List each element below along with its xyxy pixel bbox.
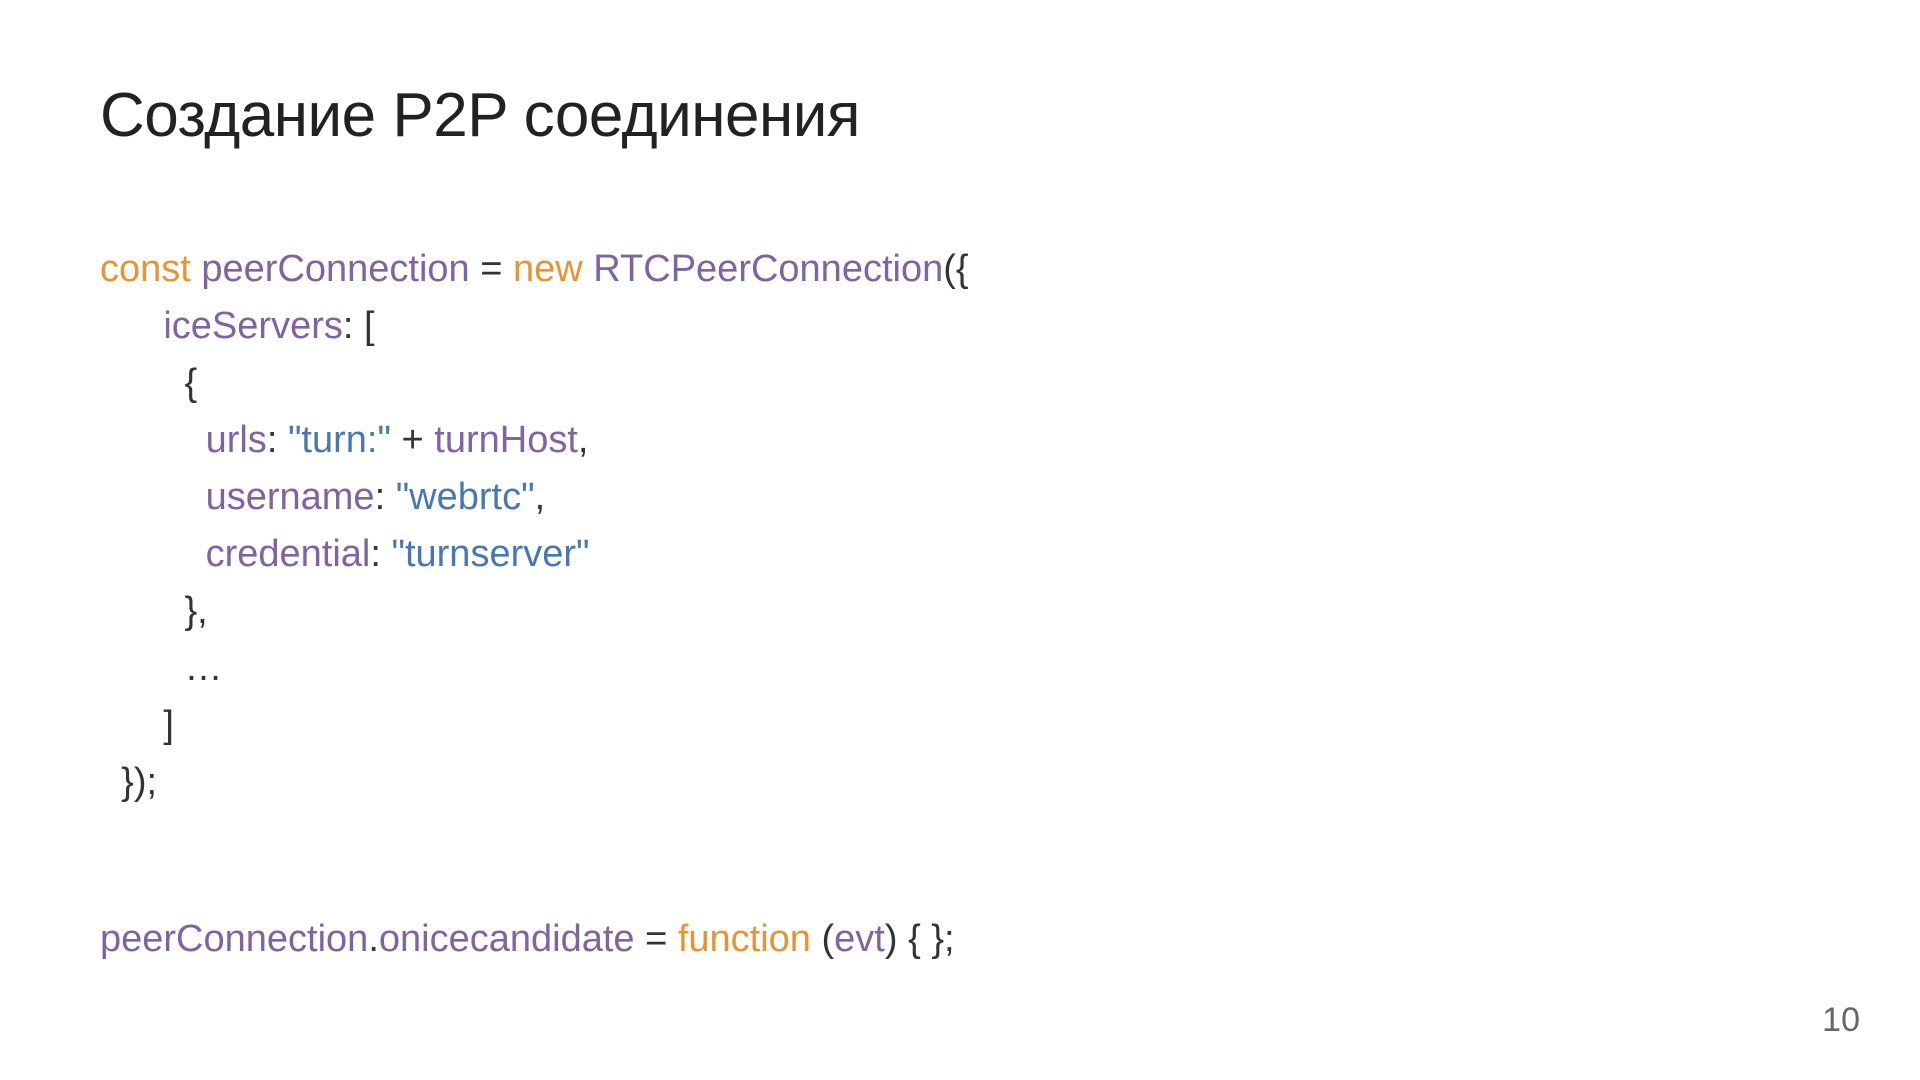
indent	[100, 305, 163, 347]
equals: =	[635, 918, 678, 960]
open-brace: {	[184, 362, 197, 404]
indent	[100, 647, 184, 689]
keyword-function: function	[678, 918, 811, 960]
colon: :	[375, 476, 396, 518]
space	[191, 248, 202, 290]
colon: :	[370, 533, 391, 575]
prop-iceservers: iceServers	[163, 305, 343, 347]
comma: ,	[535, 476, 546, 518]
string-turnserver: "turnserver"	[391, 533, 589, 575]
string-webrtc: "webrtc"	[396, 476, 535, 518]
indent	[100, 476, 206, 518]
identifier-peerconnection: peerConnection	[100, 918, 368, 960]
comma: ,	[578, 419, 589, 461]
prop-onicecandidate: onicecandidate	[379, 918, 635, 960]
prop-credential: credential	[206, 533, 371, 575]
slide-container: Создание P2P соединения const peerConnec…	[0, 0, 1920, 1080]
slide-title: Создание P2P соединения	[100, 80, 1820, 151]
indent	[100, 761, 121, 803]
close-all: });	[121, 761, 157, 803]
open-paren-brace: ({	[943, 248, 968, 290]
prop-username: username	[206, 476, 375, 518]
equals: =	[470, 248, 513, 290]
identifier-rtcpeerconnection: RTCPeerConnection	[593, 248, 943, 290]
indent	[100, 704, 163, 746]
string-turn: "turn:"	[288, 419, 391, 461]
indent	[100, 590, 184, 632]
identifier-turnhost: turnHost	[434, 419, 578, 461]
colon: :	[267, 419, 288, 461]
indent	[100, 419, 206, 461]
space	[583, 248, 594, 290]
dot: .	[368, 918, 379, 960]
space	[811, 918, 822, 960]
keyword-new: new	[513, 248, 583, 290]
code-block-1: const peerConnection = new RTCPeerConnec…	[100, 241, 1820, 811]
keyword-const: const	[100, 248, 191, 290]
identifier-peerconnection: peerConnection	[201, 248, 469, 290]
empty-body: { };	[908, 918, 955, 960]
prop-urls: urls	[206, 419, 267, 461]
open-paren: (	[822, 918, 835, 960]
ellipsis: …	[184, 647, 222, 689]
close-brace-comma: },	[184, 590, 207, 632]
colon-bracket: : [	[343, 305, 375, 347]
indent	[100, 533, 206, 575]
code-block-2: peerConnection.onicecandidate = function…	[100, 911, 1820, 968]
close-paren: )	[885, 918, 908, 960]
page-number: 10	[1822, 1001, 1860, 1040]
indent	[100, 362, 184, 404]
param-evt: evt	[834, 918, 885, 960]
plus: +	[391, 419, 434, 461]
close-bracket: ]	[163, 704, 174, 746]
